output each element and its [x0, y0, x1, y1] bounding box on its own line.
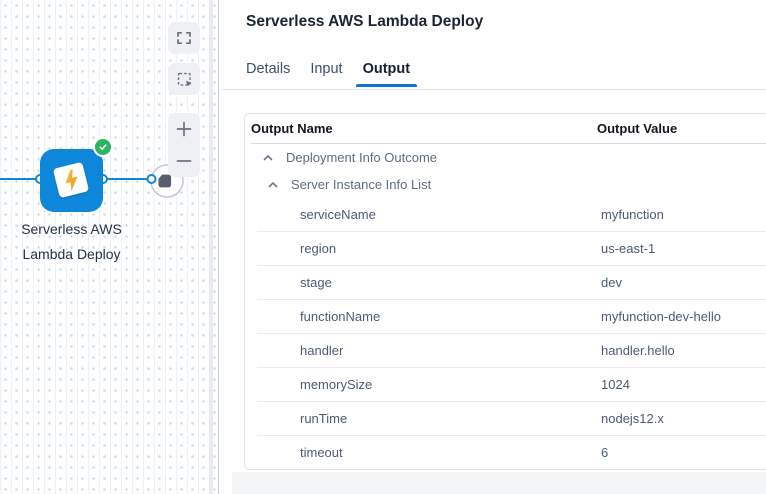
column-header-output-name: Output Name [251, 121, 597, 136]
output-group-server-instance[interactable]: Server Instance Info List [245, 171, 766, 198]
marquee-select-icon [176, 71, 193, 88]
workflow-node-serverless-lambda[interactable] [40, 149, 103, 212]
node-label-line1: Serverless AWS [0, 217, 143, 242]
tab-output[interactable]: Output [363, 61, 411, 87]
canvas-edge-strip [209, 0, 213, 494]
output-value: us-east-1 [601, 241, 766, 256]
output-name: serviceName [257, 207, 601, 222]
output-value: nodejs12.x [601, 411, 766, 426]
plus-icon [176, 121, 192, 137]
zoom-in-button[interactable] [168, 113, 200, 145]
output-name: region [257, 241, 601, 256]
table-row: region us-east-1 [257, 232, 766, 266]
table-row: memorySize 1024 [257, 368, 766, 402]
group-label: Deployment Info Outcome [286, 150, 437, 165]
serverless-logo-tile [53, 162, 89, 198]
tab-input[interactable]: Input [310, 61, 342, 87]
table-row: handler handler.hello [257, 334, 766, 368]
panel-footer-strip [232, 472, 766, 494]
check-icon [98, 142, 108, 152]
table-row: serviceName myfunction [257, 198, 766, 232]
output-name: timeout [257, 445, 601, 460]
chevron-up-icon[interactable] [267, 179, 279, 191]
output-value: myfunction [601, 207, 766, 222]
fullscreen-button[interactable] [168, 22, 200, 54]
marker-port[interactable] [148, 175, 156, 183]
page-title: Serverless AWS Lambda Deploy [246, 13, 483, 31]
output-value: myfunction-dev-hello [601, 309, 766, 324]
table-row: runTime nodejs12.x [257, 402, 766, 436]
output-name: runTime [257, 411, 601, 426]
output-group-deployment-info[interactable]: Deployment Info Outcome [245, 144, 766, 171]
table-row: functionName myfunction-dev-hello [257, 300, 766, 334]
zoom-out-button[interactable] [168, 145, 200, 177]
table-row: stage dev [257, 266, 766, 300]
output-name: memorySize [257, 377, 601, 392]
chevron-up-icon[interactable] [262, 152, 274, 164]
output-value: 1024 [601, 377, 766, 392]
minus-icon [176, 153, 192, 169]
output-value: 6 [601, 445, 766, 460]
output-name: functionName [257, 309, 601, 324]
workflow-canvas[interactable]: Serverless AWS Lambda Deploy [0, 0, 219, 494]
output-value: handler.hello [601, 343, 766, 358]
output-name: stage [257, 275, 601, 290]
output-table: Output Name Output Value Deployment Info… [244, 113, 766, 470]
node-success-badge [93, 137, 113, 157]
detail-panel: Serverless AWS Lambda Deploy Details Inp… [219, 0, 766, 494]
output-value: dev [601, 275, 766, 290]
tab-details[interactable]: Details [246, 61, 290, 87]
node-label-line2: Lambda Deploy [0, 242, 143, 267]
output-table-header: Output Name Output Value [251, 114, 766, 144]
node-label: Serverless AWS Lambda Deploy [0, 217, 143, 267]
zoom-controls [168, 113, 200, 177]
marquee-select-button[interactable] [168, 63, 200, 95]
fullscreen-expand-icon [176, 30, 192, 46]
output-name: handler [257, 343, 601, 358]
tabs-divider [222, 89, 766, 90]
panel-tabs: Details Input Output [246, 61, 410, 87]
lambda-bolt-icon [60, 168, 82, 192]
group-label: Server Instance Info List [291, 177, 431, 192]
table-row: timeout 6 [257, 436, 766, 469]
column-header-output-value: Output Value [597, 121, 766, 136]
